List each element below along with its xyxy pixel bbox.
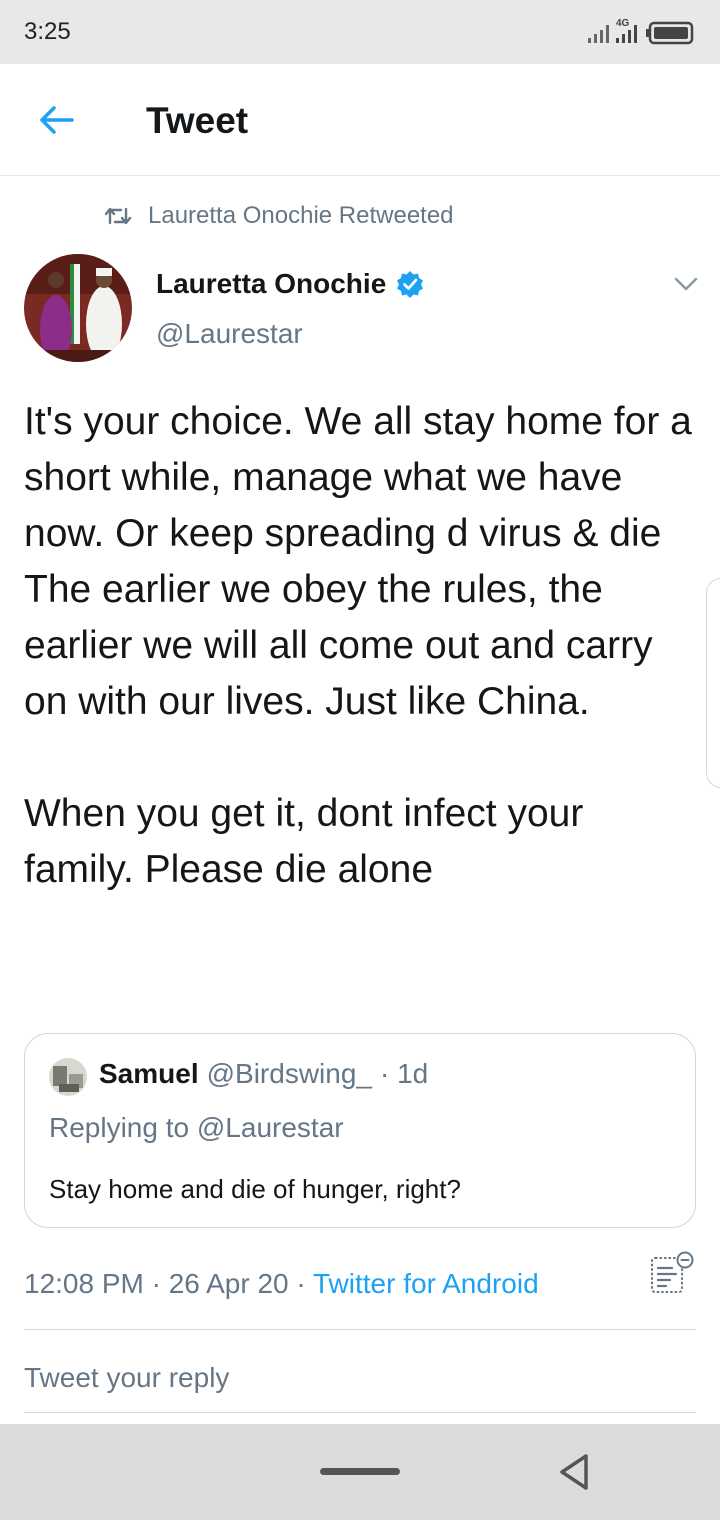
back-button[interactable] [30, 94, 82, 146]
quoted-author-name: Samuel [99, 1058, 199, 1089]
status-bar: 3:25 4G [0, 0, 720, 64]
avatar-photo [24, 254, 132, 362]
verified-badge-icon [397, 271, 424, 298]
avatar[interactable] [24, 254, 132, 362]
author-name-row[interactable]: Lauretta Onochie [156, 268, 424, 300]
chevron-down-icon[interactable] [670, 268, 702, 300]
tweet-analytics-icon[interactable] [648, 1250, 696, 1298]
quoted-avatar-photo [49, 1058, 87, 1096]
author-name: Lauretta Onochie [156, 268, 387, 299]
edge-panel-handle[interactable] [706, 578, 720, 788]
tweet-time-date: 12:08 PM · 26 Apr 20 · [24, 1268, 313, 1299]
home-gesture-bar[interactable] [320, 1468, 400, 1475]
retweet-icon [104, 207, 132, 225]
quoted-tweet-meta: Samuel @Birdswing_ · 1d [99, 1058, 428, 1090]
divider [24, 1412, 696, 1413]
quoted-author-handle: @Birdswing_ [206, 1058, 372, 1089]
quoted-avatar [49, 1058, 87, 1096]
system-nav-bar [0, 1424, 720, 1520]
status-time: 3:25 [24, 18, 71, 45]
quoted-tweet-age: · 1d [379, 1058, 429, 1089]
page-title: Tweet [146, 100, 249, 141]
tweet-source-link[interactable]: Twitter for Android [313, 1268, 539, 1299]
retweet-label: Lauretta Onochie Retweeted [148, 202, 454, 229]
network-label: 4G [616, 18, 630, 29]
quoted-tweet-card[interactable]: Samuel @Birdswing_ · 1d Replying to @Lau… [24, 1033, 696, 1228]
replying-prefix: Replying to [49, 1112, 190, 1143]
reply-input[interactable] [24, 1344, 696, 1412]
status-icons: 4G [588, 18, 694, 45]
replying-mention[interactable]: @Laurestar [197, 1112, 344, 1143]
quoted-tweet-text: Stay home and die of hunger, right? [49, 1174, 461, 1204]
tweet-text: It's your choice. We all stay home for a… [24, 400, 692, 891]
nav-back-icon[interactable] [556, 1452, 592, 1492]
replying-to: Replying to @Laurestar [49, 1112, 344, 1144]
4g-signal-icon: 4G [616, 18, 637, 43]
battery-icon [646, 21, 694, 45]
tweet-timestamp: 12:08 PM · 26 Apr 20 · Twitter for Andro… [24, 1268, 539, 1300]
divider [24, 1329, 696, 1330]
retweet-indicator[interactable]: Lauretta Onochie Retweeted [104, 200, 454, 232]
app-header: Tweet [0, 64, 720, 176]
author-handle[interactable]: @Laurestar [156, 318, 303, 350]
signal-icon [588, 25, 609, 43]
arrow-left-icon [40, 106, 74, 134]
